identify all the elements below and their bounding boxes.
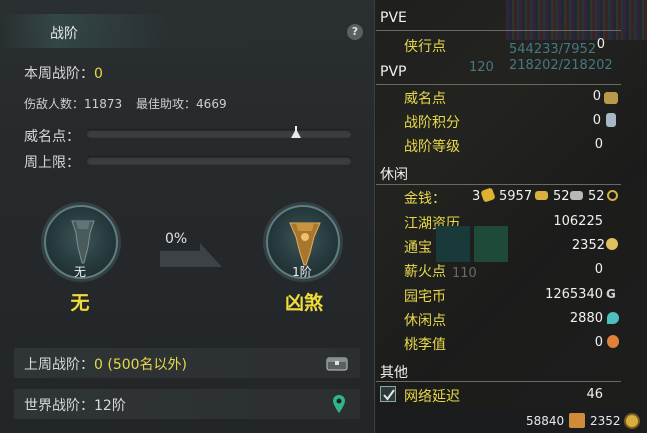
weekly-cap-bar bbox=[86, 156, 352, 165]
currency-stats-panel: 544233/7952 218202/218202 120 110 PVE 侠行… bbox=[376, 0, 647, 433]
leisure-item-label: 桃李值 bbox=[404, 337, 446, 353]
next-rank-tag: 1阶 bbox=[292, 265, 312, 279]
tongbao-coin-icon bbox=[606, 238, 618, 250]
leisure-item-value: 2880 bbox=[569, 311, 603, 326]
weekly-rank-label: 本周战阶： bbox=[24, 66, 94, 82]
prestige-icon bbox=[604, 92, 618, 104]
currency-a-value: 58840 bbox=[526, 414, 565, 428]
money-label: 金钱： bbox=[404, 191, 446, 207]
prestige-marker-icon bbox=[291, 129, 301, 138]
divider bbox=[376, 184, 621, 185]
assist-label: 最佳助攻： bbox=[136, 97, 197, 111]
kills-label: 伤敌人数： bbox=[24, 97, 85, 111]
leisure-item-label: 休闲点 bbox=[404, 313, 446, 329]
location-pin-icon[interactable] bbox=[332, 394, 346, 414]
world-label: 世界战阶： bbox=[24, 398, 94, 414]
silver-ingot-icon bbox=[535, 191, 548, 200]
pvp-item-value: 0 bbox=[592, 89, 601, 104]
pvp-item-label: 战阶等级 bbox=[404, 139, 460, 155]
chest-icon[interactable] bbox=[326, 355, 348, 371]
divider bbox=[376, 381, 621, 382]
combat-stats-row: 伤敌人数：11873 最佳助攻：4669 bbox=[24, 95, 227, 112]
money-copper-2: 52 bbox=[588, 189, 605, 204]
next-rank-name: 凶煞 bbox=[284, 292, 323, 314]
currency-b-value: 2352 bbox=[590, 414, 621, 428]
pvp-item-value: 0 bbox=[594, 137, 603, 152]
panel-title: 战阶 bbox=[50, 26, 78, 42]
current-rank-tag: 无 bbox=[73, 265, 86, 279]
bg-level-text: 120 bbox=[469, 60, 494, 75]
arrow-right-icon bbox=[160, 243, 222, 267]
leisure-item-value: 106225 bbox=[553, 214, 603, 229]
panel-header: 战阶 ? bbox=[0, 14, 375, 48]
world-value: 12阶 bbox=[94, 398, 126, 414]
other-header: 其他 bbox=[380, 365, 408, 381]
bg-level-text-2: 110 bbox=[452, 266, 477, 281]
leisure-item-value: 2352 bbox=[571, 238, 605, 253]
assist-value: 4669 bbox=[196, 97, 227, 111]
pve-item-label: 侠行点 bbox=[404, 39, 446, 55]
latency-checkbox[interactable] bbox=[380, 386, 396, 402]
latency-value: 46 bbox=[586, 387, 603, 402]
kills-value: 11873 bbox=[84, 97, 123, 111]
check-icon bbox=[383, 389, 395, 401]
pve-header: PVE bbox=[380, 10, 407, 26]
skill-icon bbox=[436, 226, 470, 262]
leisure-header: 休闲 bbox=[380, 167, 408, 183]
pvp-item-value: 0 bbox=[592, 113, 601, 128]
divider bbox=[376, 84, 621, 85]
weekly-rank-row: 本周战阶：0 bbox=[24, 63, 103, 83]
tongbao-coin-icon bbox=[624, 413, 640, 429]
current-rank-name: 无 bbox=[70, 292, 90, 314]
pvp-item-label: 战阶积分 bbox=[404, 115, 460, 131]
leisure-point-icon bbox=[607, 312, 619, 324]
money-copper: 52 bbox=[553, 189, 570, 204]
bg-hp-text: 544233/7952 bbox=[509, 42, 597, 57]
weekly-rank-value: 0 bbox=[94, 66, 103, 82]
bg-mp-text: 218202/218202 bbox=[509, 58, 613, 73]
copper-coin-icon bbox=[607, 190, 618, 201]
money-gold: 3 bbox=[472, 189, 481, 204]
last-week-value: 0 (500名以外) bbox=[94, 357, 188, 373]
leisure-item-value: 0 bbox=[594, 335, 603, 350]
last-week-label: 上周战阶： bbox=[24, 357, 94, 373]
pvp-item-label: 威名点 bbox=[404, 91, 446, 107]
house-coin-icon: G bbox=[606, 287, 616, 301]
leisure-item-value: 1265340 bbox=[545, 287, 603, 302]
skill-icon bbox=[474, 226, 508, 262]
weekly-cap-label: 周上限： bbox=[24, 155, 80, 171]
last-week-rank: 上周战阶：0 (500名以外) bbox=[24, 354, 187, 374]
silver-coin-icon bbox=[570, 191, 583, 200]
leisure-item-label: 薪火点 bbox=[404, 264, 446, 280]
currency-a-icon bbox=[569, 413, 585, 428]
prestige-label: 威名点： bbox=[24, 129, 80, 145]
last-week-rank-row: 上周战阶：0 (500名以外) bbox=[14, 348, 360, 378]
latency-label: 网络延迟 bbox=[404, 389, 460, 405]
world-rank-row: 世界战阶：12阶 bbox=[14, 389, 360, 419]
rank-panel: 战阶 ? 本周战阶：0 伤敌人数：11873 最佳助攻：4669 威名点： 周上… bbox=[0, 0, 375, 433]
prestige-bar bbox=[86, 129, 352, 138]
rank-score-icon bbox=[606, 113, 616, 127]
currency-bar: 58840 2352 bbox=[376, 409, 647, 433]
peach-icon bbox=[607, 335, 619, 348]
divider bbox=[376, 30, 621, 31]
leisure-item-label: 园宅币 bbox=[404, 289, 446, 305]
money-silver: 5957 bbox=[499, 189, 533, 204]
leisure-item-label: 通宝 bbox=[404, 240, 432, 256]
world-rank: 世界战阶：12阶 bbox=[24, 395, 126, 415]
help-icon[interactable]: ? bbox=[347, 24, 363, 40]
pvp-header: PVP bbox=[380, 64, 407, 80]
pve-item-value: 0 bbox=[596, 37, 605, 52]
leisure-item-value: 0 bbox=[594, 262, 603, 277]
